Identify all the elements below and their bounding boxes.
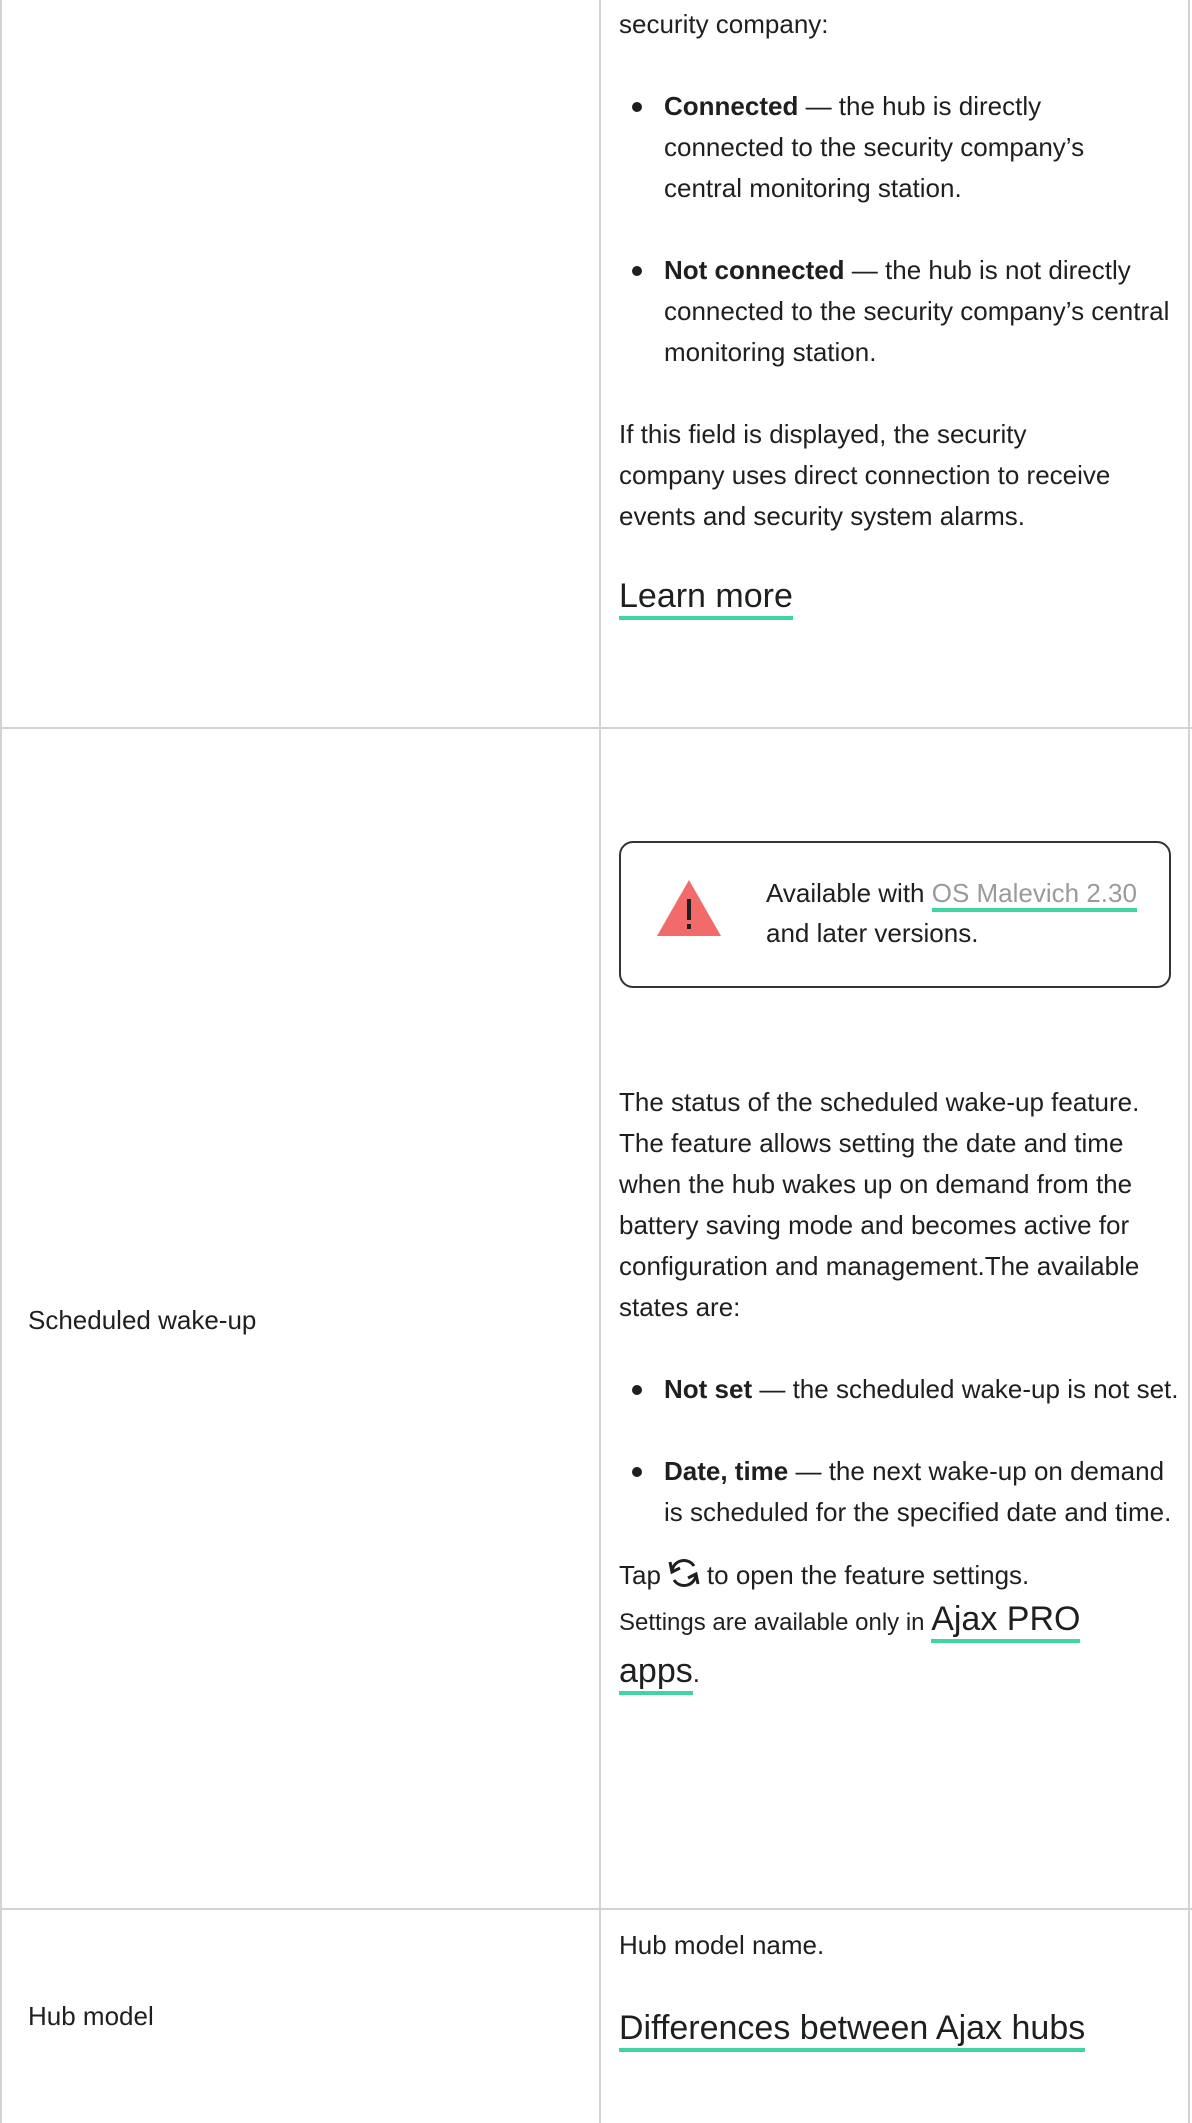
direct-connection-note: If this field is displayed, the security… [619, 419, 1111, 531]
tap-instruction: Tap to open the feature settings. [619, 1555, 1179, 1596]
notice-text: Available with OS Malevich 2.30 and late… [766, 878, 1137, 948]
list-item: Date, time — the next wake-up on demand … [619, 1451, 1179, 1533]
list-item: Not set — the scheduled wake-up is not s… [619, 1369, 1189, 1410]
row-label-hub-model: Hub model [28, 2001, 154, 2031]
hub-model-description-cell: Hub model name. Differences between Ajax… [619, 1925, 1179, 2052]
scheduled-wake-up-description-cell: The status of the scheduled wake-up feat… [619, 1082, 1179, 1698]
os-malevich-link[interactable]: OS Malevich 2.30 [931, 878, 1137, 912]
intro-text: security company: [619, 9, 829, 39]
wake-up-description: The status of the scheduled wake-up feat… [619, 1087, 1140, 1322]
connection-status-list: Connected — the hub is directly connecte… [619, 86, 1179, 373]
hub-differences-link[interactable]: Differences between Ajax hubs [619, 2009, 1086, 2052]
settings-table: security company: Connected — the hub is… [0, 0, 1192, 2123]
settings-availability: Settings are available only in Ajax PRO … [619, 1596, 1164, 1698]
version-notice: Available with OS Malevich 2.30 and late… [619, 841, 1171, 988]
learn-more-link[interactable]: Learn more [619, 577, 793, 620]
list-item: Not connected — the hub is not directly … [619, 250, 1184, 373]
warning-triangle-icon [657, 880, 721, 936]
row-divider [2, 727, 1192, 729]
row-divider [2, 1908, 1192, 1910]
list-item: Connected — the hub is directly connecte… [619, 86, 1134, 209]
row-label-scheduled-wake-up: Scheduled wake-up [28, 1305, 257, 1335]
sync-icon[interactable] [665, 1556, 703, 1590]
connection-description-cell: security company: Connected — the hub is… [619, 4, 1179, 620]
hub-model-description: Hub model name. [619, 1930, 825, 1960]
column-divider [599, 0, 601, 2123]
wake-up-status-list: Not set — the scheduled wake-up is not s… [619, 1369, 1179, 1533]
